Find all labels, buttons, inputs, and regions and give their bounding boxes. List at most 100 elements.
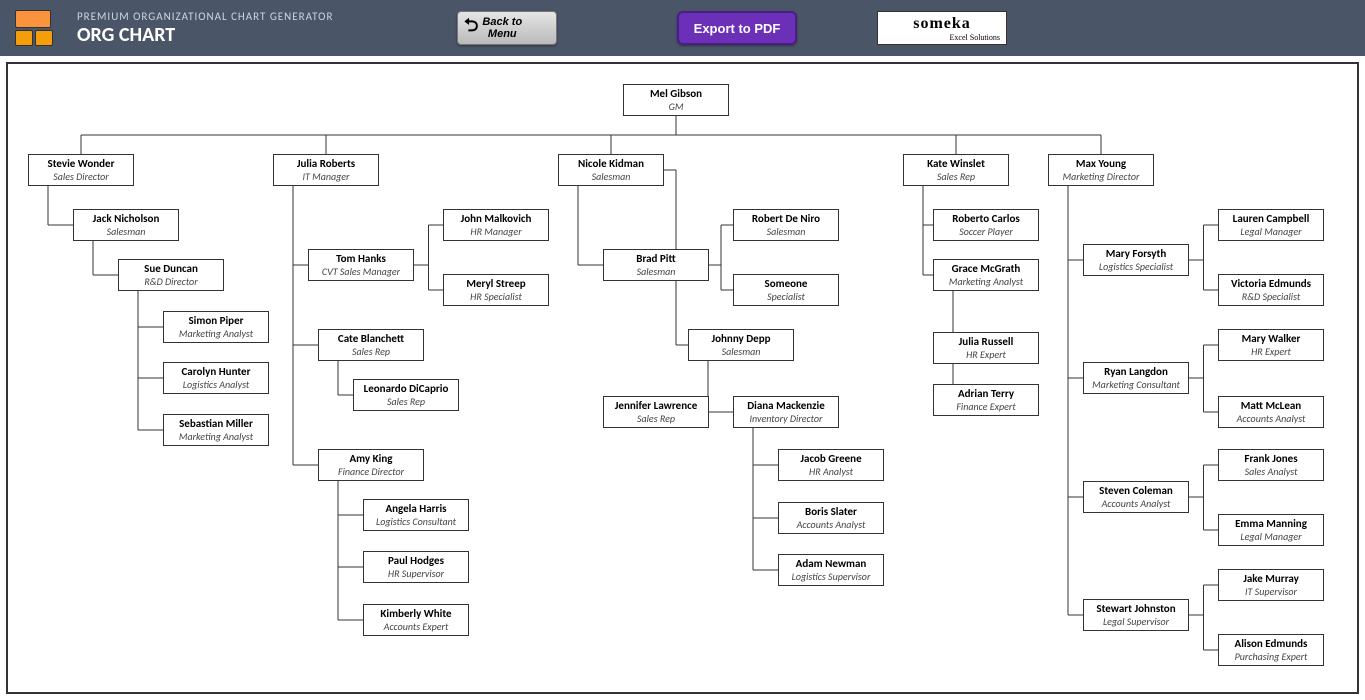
org-node[interactable]: Boris SlaterAccounts Analyst bbox=[778, 502, 884, 534]
org-node[interactable]: Angela HarrisLogistics Consultant bbox=[363, 499, 469, 531]
node-name: Tom Hanks bbox=[311, 253, 411, 265]
org-node[interactable]: Jake MurrayIT Supervisor bbox=[1218, 569, 1324, 601]
node-name: Julia Russell bbox=[936, 336, 1036, 348]
org-node[interactable]: Jacob GreeneHR Analyst bbox=[778, 449, 884, 481]
node-role: Marketing Analyst bbox=[166, 328, 266, 339]
node-role: Accounts Analyst bbox=[1086, 498, 1186, 509]
org-node[interactable]: Meryl StreepHR Specialist bbox=[443, 274, 549, 306]
node-name: Alison Edmunds bbox=[1221, 638, 1321, 650]
org-node[interactable]: Amy KingFinance Director bbox=[318, 449, 424, 481]
node-role: R&D Director bbox=[121, 276, 221, 287]
org-chart-canvas: Mel GibsonGM Stevie WonderSales Director J… bbox=[6, 62, 1359, 694]
org-node[interactable]: Matt McLeanAccounts Analyst bbox=[1218, 396, 1324, 428]
node-name: Adrian Terry bbox=[936, 388, 1036, 400]
org-node[interactable]: Grace McGrathMarketing Analyst bbox=[933, 259, 1039, 291]
node-role: Inventory Director bbox=[736, 413, 836, 424]
org-node[interactable]: Leonardo DiCaprioSales Rep bbox=[353, 379, 459, 411]
org-node[interactable]: Carolyn HunterLogistics Analyst bbox=[163, 362, 269, 394]
node-role: Legal Manager bbox=[1221, 226, 1321, 237]
back-arrow-icon: ⮌ bbox=[464, 13, 478, 43]
brand-name: someka bbox=[913, 15, 971, 33]
org-node[interactable]: Cate BlanchettSales Rep bbox=[318, 329, 424, 361]
org-node[interactable]: Paul HodgesHR Supervisor bbox=[363, 551, 469, 583]
node-name: Max Young bbox=[1051, 158, 1151, 170]
node-role: HR Manager bbox=[446, 226, 546, 237]
app-header: PREMIUM ORGANIZATIONAL CHART GENERATOR O… bbox=[0, 0, 1365, 56]
org-node[interactable]: Robert De NiroSalesman bbox=[733, 209, 839, 241]
node-role: HR Analyst bbox=[781, 466, 881, 477]
org-node[interactable]: Diana MackenzieInventory Director bbox=[733, 396, 839, 428]
org-node[interactable]: Julia RussellHR Expert bbox=[933, 332, 1039, 364]
node-role: Finance Expert bbox=[936, 401, 1036, 412]
org-node[interactable]: Mel GibsonGM bbox=[623, 84, 729, 116]
node-name: Simon Piper bbox=[166, 315, 266, 327]
org-node[interactable]: Jennifer LawrenceSales Rep bbox=[603, 396, 709, 428]
org-node[interactable]: Lauren CampbellLegal Manager bbox=[1218, 209, 1324, 241]
org-node[interactable]: Jack NicholsonSalesman bbox=[73, 209, 179, 241]
node-name: Ryan Langdon bbox=[1086, 366, 1186, 378]
node-name: Boris Slater bbox=[781, 506, 881, 518]
brand-tagline: Excel Solutions bbox=[878, 33, 1006, 42]
org-node[interactable]: Stewart JohnstonLegal Supervisor bbox=[1083, 599, 1189, 631]
node-role: Marketing Analyst bbox=[166, 431, 266, 442]
org-node[interactable]: Nicole KidmanSalesman bbox=[558, 154, 664, 186]
chart-icon-small bbox=[35, 30, 53, 46]
node-name: Jacob Greene bbox=[781, 453, 881, 465]
node-role: Logistics Supervisor bbox=[781, 571, 881, 582]
org-node[interactable]: Emma ManningLegal Manager bbox=[1218, 514, 1324, 546]
org-node[interactable]: Sebastian MillerMarketing Analyst bbox=[163, 414, 269, 446]
org-node[interactable]: Alison EdmundsPurchasing Expert bbox=[1218, 634, 1324, 666]
brand-logo: someka Excel Solutions bbox=[877, 11, 1007, 45]
org-node[interactable]: Simon PiperMarketing Analyst bbox=[163, 311, 269, 343]
node-role: Sales Rep bbox=[606, 413, 706, 424]
org-node[interactable]: Johnny DeppSalesman bbox=[688, 329, 794, 361]
org-node[interactable]: Kate WinsletSales Rep bbox=[903, 154, 1009, 186]
org-node[interactable]: Stevie WonderSales Director bbox=[28, 154, 134, 186]
node-name: Frank Jones bbox=[1221, 453, 1321, 465]
org-node[interactable]: Victoria EdmundsR&D Specialist bbox=[1218, 274, 1324, 306]
org-node[interactable]: Kimberly WhiteAccounts Expert bbox=[363, 604, 469, 636]
org-node[interactable]: Frank JonesSales Analyst bbox=[1218, 449, 1324, 481]
node-role: Salesman bbox=[691, 346, 791, 357]
node-role: Salesman bbox=[736, 226, 836, 237]
node-role: Salesman bbox=[606, 266, 706, 277]
org-node[interactable]: John MalkovichHR Manager bbox=[443, 209, 549, 241]
org-node[interactable]: Roberto CarlosSoccer Player bbox=[933, 209, 1039, 241]
node-role: Sales Rep bbox=[906, 171, 1006, 182]
org-node[interactable]: Mary ForsythLogistics Specialist bbox=[1083, 244, 1189, 276]
node-name: Meryl Streep bbox=[446, 278, 546, 290]
org-node[interactable]: Max YoungMarketing Director bbox=[1048, 154, 1154, 186]
org-node[interactable]: Julia RobertsIT Manager bbox=[273, 154, 379, 186]
node-role: Accounts Expert bbox=[366, 621, 466, 632]
node-role: HR Supervisor bbox=[366, 568, 466, 579]
org-node[interactable]: Steven ColemanAccounts Analyst bbox=[1083, 481, 1189, 513]
node-role: Accounts Analyst bbox=[781, 519, 881, 530]
org-node[interactable]: Adam NewmanLogistics Supervisor bbox=[778, 554, 884, 586]
back-to-menu-button[interactable]: ⮌ Back to Menu bbox=[457, 11, 557, 45]
node-name: Matt McLean bbox=[1221, 400, 1321, 412]
node-role: Marketing Consultant bbox=[1086, 379, 1186, 390]
node-name: Sue Duncan bbox=[121, 263, 221, 275]
org-node[interactable]: Tom HanksCVT Sales Manager bbox=[308, 249, 414, 281]
org-node[interactable]: SomeoneSpecialist bbox=[733, 274, 839, 306]
node-name: Kimberly White bbox=[366, 608, 466, 620]
chart-icon bbox=[15, 10, 51, 28]
org-node[interactable]: Ryan LangdonMarketing Consultant bbox=[1083, 362, 1189, 394]
node-name: Jack Nicholson bbox=[76, 213, 176, 225]
node-role: Marketing Analyst bbox=[936, 276, 1036, 287]
node-role: GM bbox=[626, 101, 726, 112]
node-name: Jennifer Lawrence bbox=[606, 400, 706, 412]
org-node[interactable]: Mary WalkerHR Expert bbox=[1218, 329, 1324, 361]
node-role: Logistics Consultant bbox=[366, 516, 466, 527]
node-name: Mel Gibson bbox=[626, 88, 726, 100]
node-role: Logistics Analyst bbox=[166, 379, 266, 390]
org-node[interactable]: Adrian TerryFinance Expert bbox=[933, 384, 1039, 416]
node-name: Amy King bbox=[321, 453, 421, 465]
node-role: Salesman bbox=[76, 226, 176, 237]
org-node[interactable]: Sue DuncanR&D Director bbox=[118, 259, 224, 291]
node-name: Jake Murray bbox=[1221, 573, 1321, 585]
node-name: Lauren Campbell bbox=[1221, 213, 1321, 225]
back-label-2: Menu bbox=[482, 28, 522, 40]
export-pdf-button[interactable]: Export to PDF bbox=[677, 11, 797, 45]
org-node[interactable]: Brad PittSalesman bbox=[603, 249, 709, 281]
